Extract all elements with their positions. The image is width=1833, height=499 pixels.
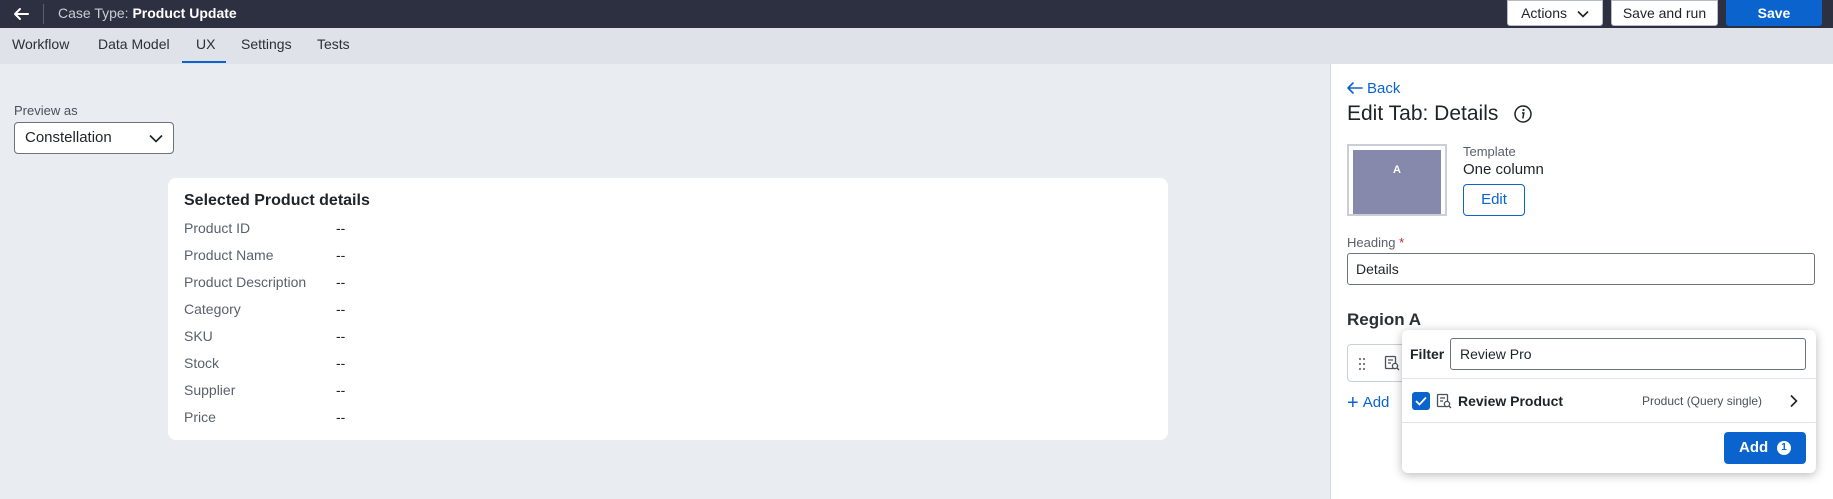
back-link[interactable]: Back	[1347, 80, 1400, 97]
divider	[1402, 378, 1816, 379]
tab-data-model[interactable]: Data Model	[98, 36, 170, 52]
field-label: Supplier	[184, 382, 236, 398]
add-label: Add	[1362, 394, 1390, 411]
field-label: Stock	[184, 355, 220, 371]
panel-title: Edit Tab: Details	[1347, 102, 1499, 125]
tab-settings[interactable]: Settings	[241, 36, 292, 52]
field-value: --	[336, 301, 346, 317]
save-button[interactable]: Save	[1726, 0, 1822, 26]
card-title: Selected Product details	[184, 192, 370, 209]
field-label: Category	[184, 301, 241, 317]
field-label: Product Description	[184, 274, 307, 290]
template-region-a: A	[1353, 150, 1441, 214]
preview-as-label: Preview as	[14, 103, 78, 118]
add-view-popover: Filter Review Pro Review Product Product…	[1402, 330, 1816, 473]
field-label: Price	[184, 409, 216, 425]
add-button[interactable]: Add 1	[1724, 432, 1806, 464]
info-icon[interactable]	[1513, 104, 1533, 124]
field-value: --	[336, 382, 346, 398]
plus-icon: +	[1347, 392, 1359, 414]
heading-field-label: Heading *	[1347, 235, 1404, 250]
drag-handle-icon[interactable]	[1358, 357, 1366, 371]
tab-bar: Workflow Data Model UX Settings Tests	[0, 28, 1833, 64]
case-type-prefix: Case Type:	[58, 5, 129, 21]
back-label: Back	[1367, 80, 1401, 97]
view-item-type: Product (Query single)	[1642, 394, 1763, 408]
field-label: Product Name	[184, 247, 274, 263]
field-value: --	[336, 328, 346, 344]
field-label: SKU	[184, 328, 213, 344]
required-marker: *	[1399, 235, 1405, 250]
tab-workflow[interactable]: Workflow	[12, 36, 69, 52]
preview-as-value: Constellation	[25, 129, 112, 146]
chevron-down-icon	[149, 134, 163, 143]
add-button-label: Add	[1739, 439, 1769, 456]
case-type-name: Product Update	[132, 5, 237, 21]
filter-input[interactable]: Review Pro	[1450, 338, 1806, 370]
selected-count-badge: 1	[1777, 441, 1791, 455]
region-a-title: Region A	[1347, 310, 1421, 329]
product-details-card: Selected Product details Product ID -- P…	[168, 178, 1168, 440]
field-value: --	[336, 409, 346, 425]
field-value: --	[336, 274, 346, 290]
view-icon	[1384, 355, 1400, 371]
field-value: --	[336, 220, 346, 236]
template-value: One column	[1463, 161, 1544, 178]
divider	[1402, 422, 1816, 423]
back-arrow-icon[interactable]	[10, 3, 32, 25]
review-product-checkbox[interactable]	[1412, 392, 1430, 410]
top-bar: Case Type: Product Update Actions Save a…	[0, 0, 1833, 28]
checkmark-icon	[1415, 396, 1427, 406]
chevron-right-icon[interactable]	[1789, 394, 1799, 408]
heading-label-text: Heading	[1347, 235, 1396, 250]
save-and-run-button[interactable]: Save and run	[1611, 0, 1718, 26]
chevron-down-icon	[1577, 11, 1589, 18]
field-value: --	[336, 355, 346, 371]
tab-tests[interactable]: Tests	[317, 36, 350, 52]
view-item-name[interactable]: Review Product	[1458, 393, 1563, 409]
view-icon	[1436, 393, 1452, 409]
actions-label: Actions	[1521, 5, 1568, 21]
add-view-link[interactable]: + Add	[1347, 392, 1389, 415]
tab-ux[interactable]: UX	[196, 36, 215, 52]
actions-button[interactable]: Actions	[1507, 0, 1603, 26]
filter-label: Filter	[1410, 346, 1445, 362]
field-value: --	[336, 247, 346, 263]
arrow-left-icon	[1347, 82, 1363, 94]
edit-template-button[interactable]: Edit	[1463, 184, 1525, 216]
active-tab-indicator	[182, 61, 226, 63]
divider	[43, 4, 44, 24]
case-type-title: Case Type: Product Update	[58, 3, 237, 23]
template-label: Template	[1463, 144, 1516, 159]
template-thumbnail: A	[1347, 144, 1447, 216]
field-label: Product ID	[184, 220, 251, 236]
heading-input[interactable]	[1347, 253, 1815, 285]
preview-as-select[interactable]: Constellation	[14, 122, 174, 154]
region-item[interactable]	[1347, 344, 1407, 382]
